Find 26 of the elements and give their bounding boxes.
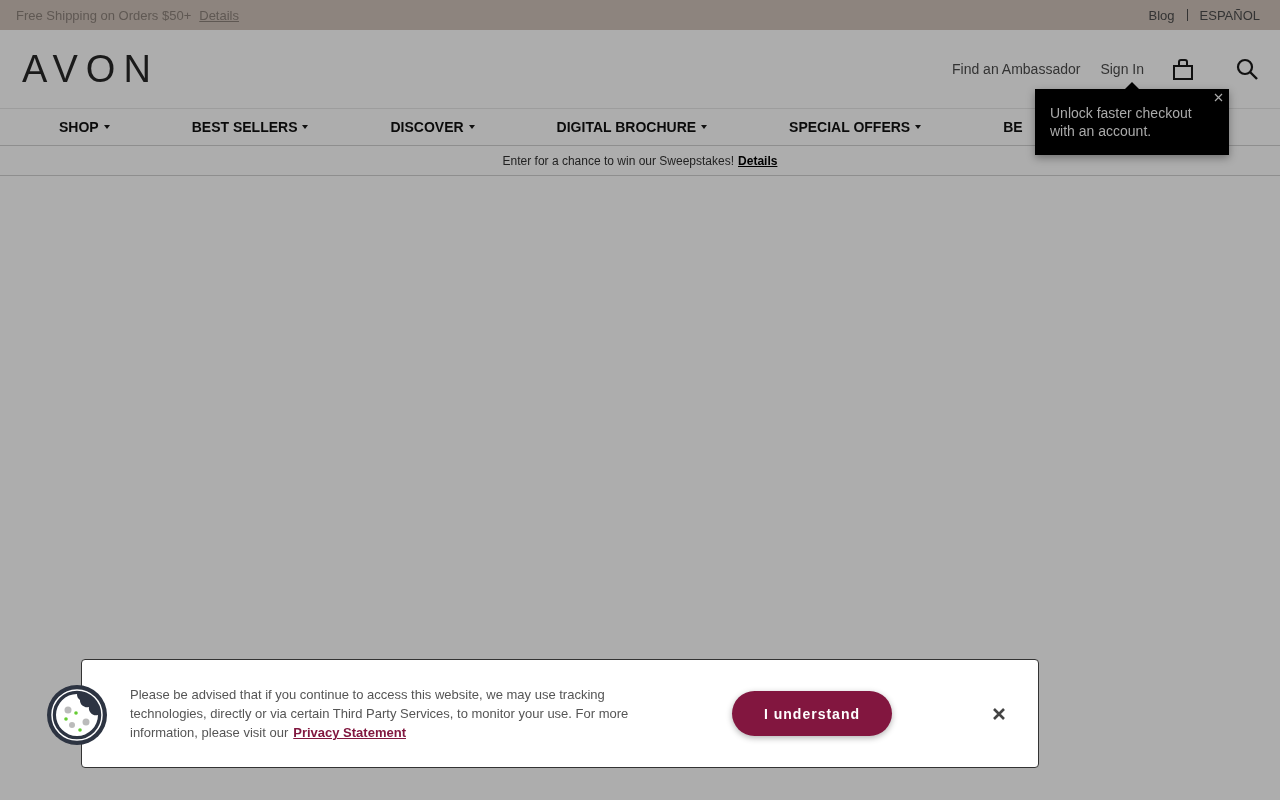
close-icon[interactable] xyxy=(992,706,1006,721)
caret-icon xyxy=(302,125,309,129)
tooltip-text: Unlock faster checkout with an account. xyxy=(1050,104,1193,140)
announcement-text: Enter for a chance to win our Sweepstakes! Details xyxy=(502,153,778,168)
close-icon[interactable] xyxy=(1214,93,1223,102)
brand-logo[interactable]: AVON xyxy=(22,47,159,91)
privacy-statement-link[interactable]: Privacy Statement xyxy=(293,725,406,740)
details-link[interactable]: Details xyxy=(738,153,778,168)
nav-item[interactable]: BE xyxy=(1003,119,1023,135)
caret-icon xyxy=(468,125,475,129)
search-icon[interactable] xyxy=(1236,58,1258,80)
cookie-notice-text: Please be advised that if you continue to access this website, we may use tracking technologies, directly or via certain Third Party Services, to monitor your use. For more information, please visit our Privacy Statement xyxy=(130,686,630,742)
accept-button[interactable]: I understand xyxy=(732,691,892,736)
cookie-icon[interactable] xyxy=(46,684,108,746)
find-ambassador-link[interactable]: Find an Ambassador xyxy=(952,61,1081,77)
blog-link[interactable]: Blog xyxy=(1148,7,1175,23)
shopping-bag-icon[interactable] xyxy=(1172,58,1194,80)
nav-item[interactable]: SHOP xyxy=(59,119,110,135)
nav-item[interactable]: DIGITAL BROCHURE xyxy=(556,119,708,135)
caret-icon xyxy=(103,125,110,129)
nav-item[interactable]: DISCOVER xyxy=(390,119,475,135)
caret-icon xyxy=(701,125,708,129)
nav-item[interactable]: BEST SELLERS xyxy=(191,119,309,135)
caret-icon xyxy=(915,125,922,129)
sign-in-link[interactable]: Sign In xyxy=(1100,61,1144,77)
nav-item[interactable]: SPECIAL OFFERS xyxy=(789,119,922,135)
